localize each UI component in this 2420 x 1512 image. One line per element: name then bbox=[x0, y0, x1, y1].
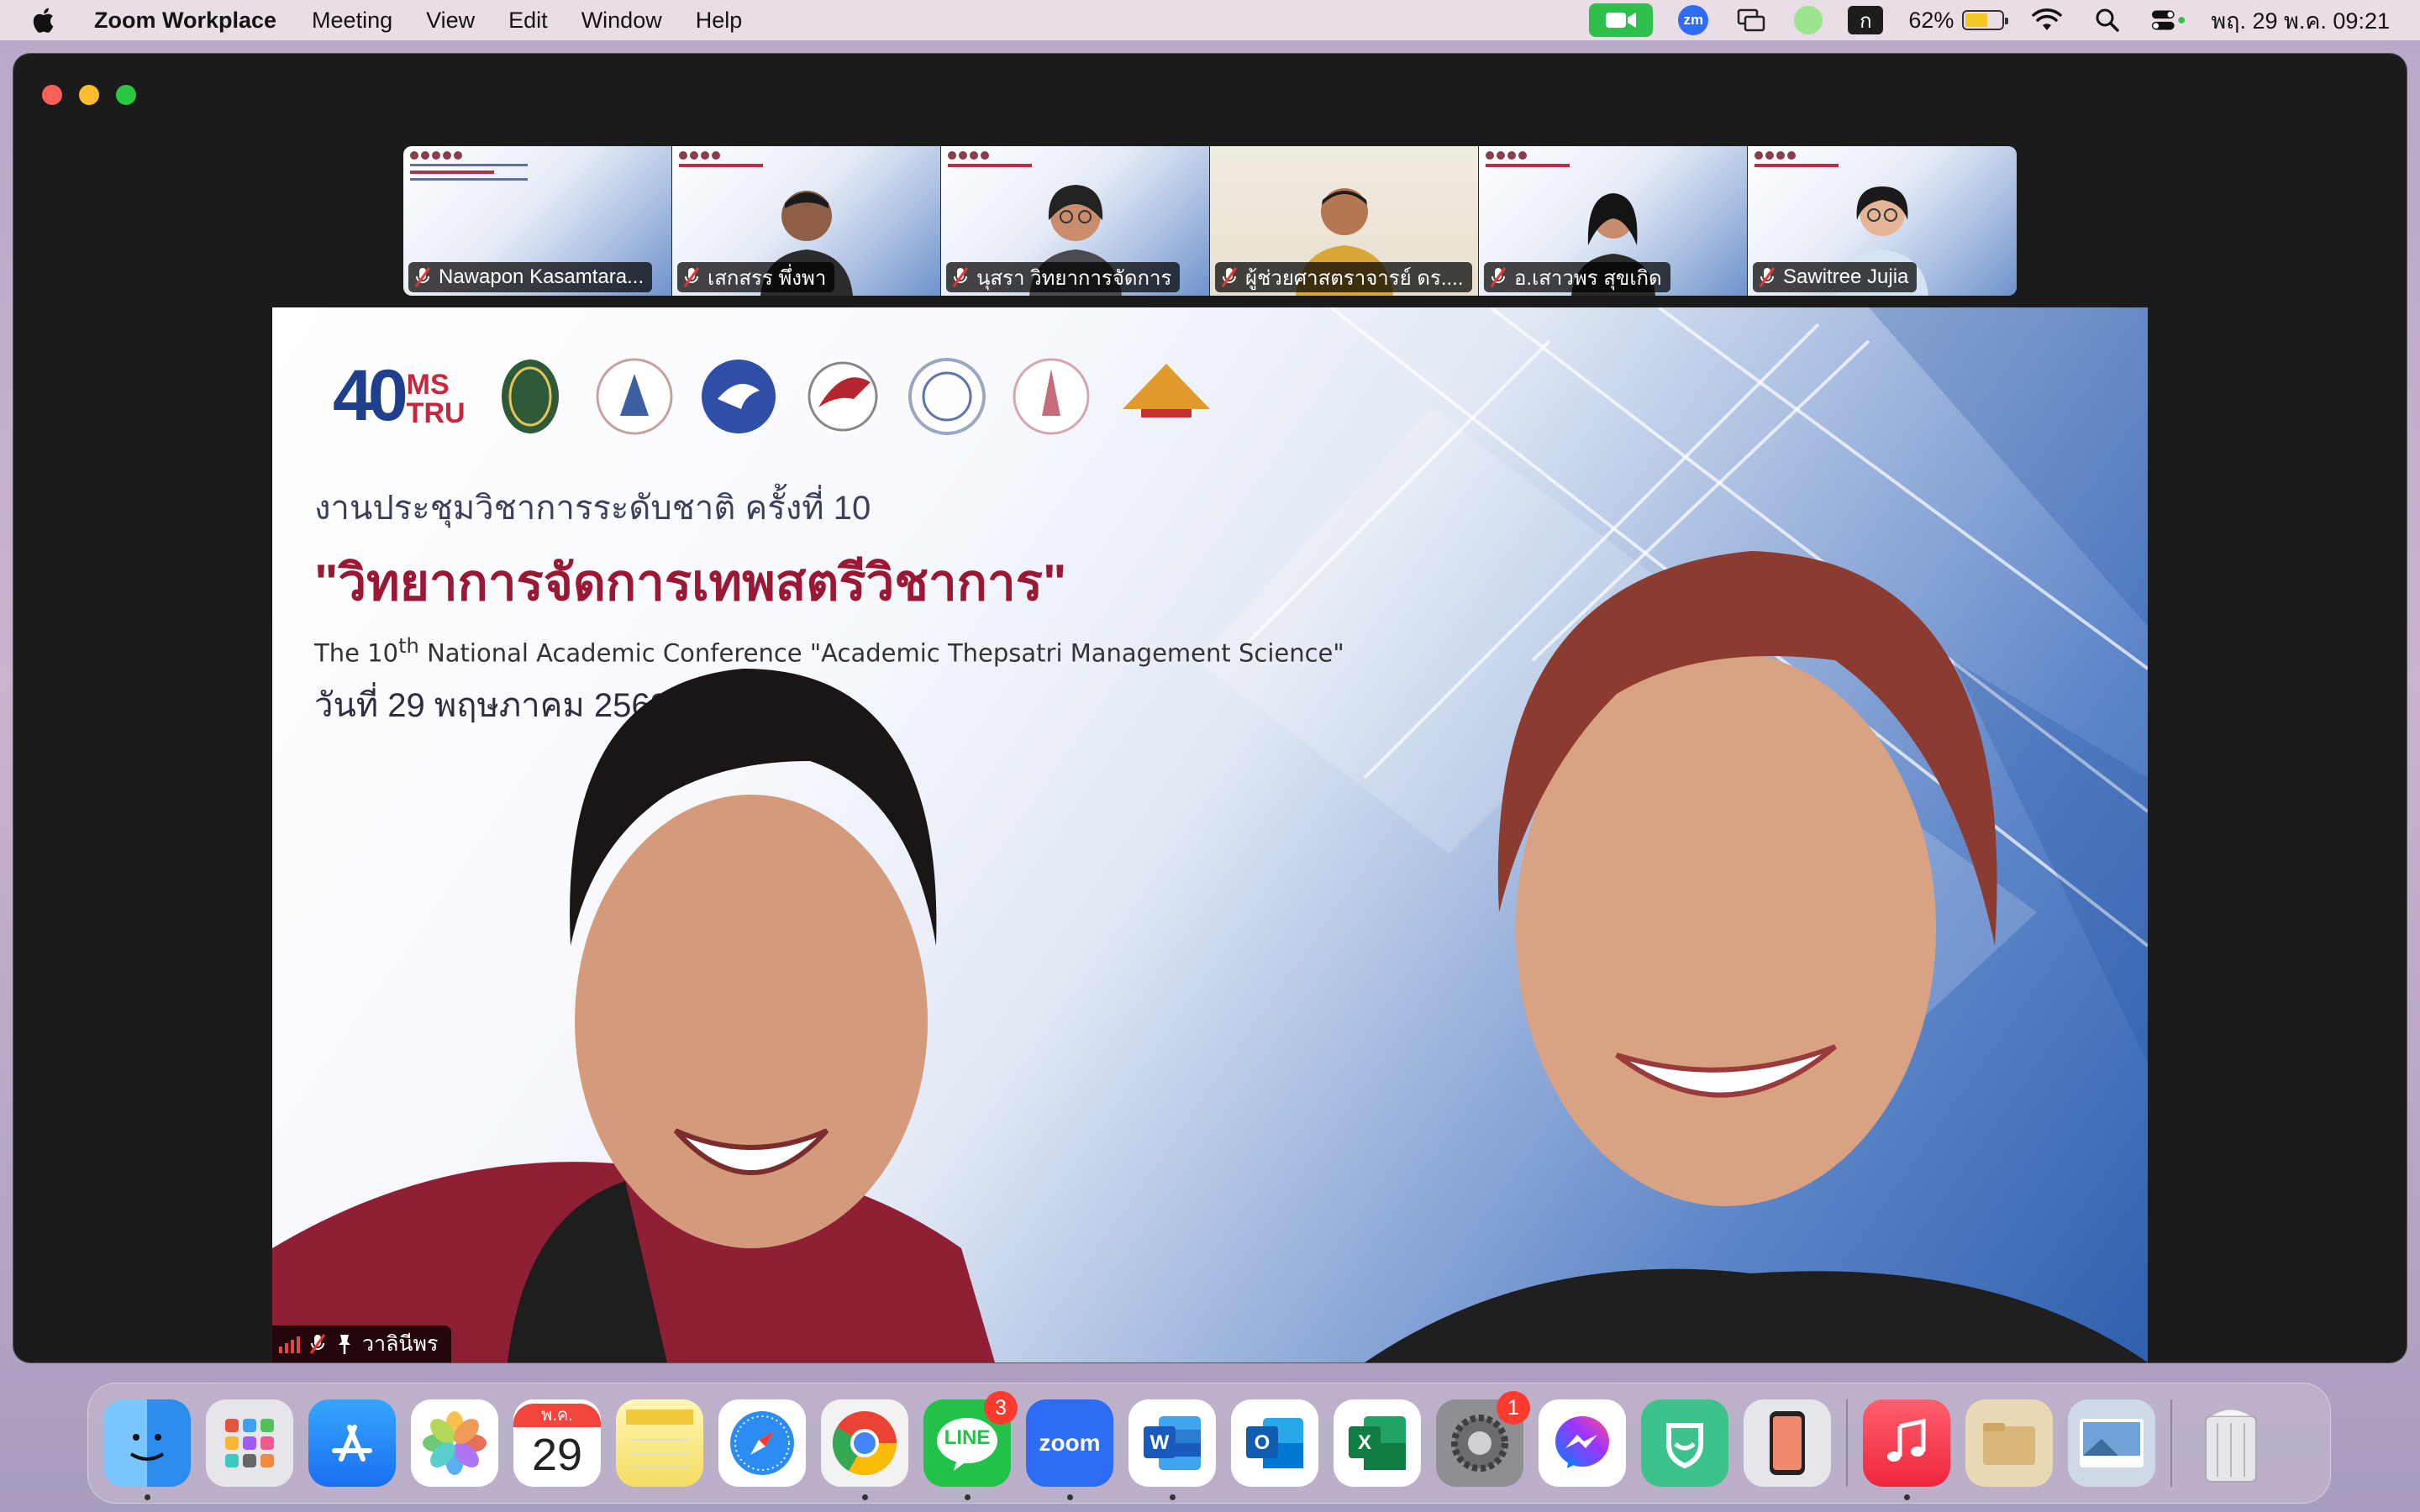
line-label: LINE bbox=[944, 1426, 991, 1449]
line-status-icon[interactable] bbox=[1794, 6, 1823, 34]
active-speaker-name-tag: วาลินีพร bbox=[272, 1326, 452, 1362]
muted-mic-icon bbox=[952, 267, 969, 287]
participant-name-tag: Nawapon Kasamtara... bbox=[408, 262, 653, 292]
muted-mic-icon bbox=[309, 1334, 326, 1354]
muted-mic-icon bbox=[683, 267, 700, 287]
line-icon[interactable]: LINE 3 bbox=[923, 1391, 1018, 1500]
apple-icon[interactable] bbox=[30, 5, 60, 35]
participant-name-tag: Sawitree Jujia bbox=[1753, 262, 1918, 292]
battery-percent: 62% bbox=[1908, 7, 1954, 33]
calendar-day: 29 bbox=[531, 1430, 583, 1480]
battery-status[interactable]: 62% bbox=[1908, 7, 2009, 34]
minimize-window-button[interactable] bbox=[79, 85, 99, 105]
menubar-clock[interactable]: พฤ. 29 พ.ค. 09:21 bbox=[2211, 3, 2390, 39]
dock-separator bbox=[1846, 1399, 1848, 1487]
shield-app-icon[interactable] bbox=[1641, 1399, 1728, 1487]
outlook-icon[interactable]: O bbox=[1231, 1399, 1318, 1487]
close-window-button[interactable] bbox=[42, 85, 62, 105]
dock: พ.ค. 29 LINE 3 zoom W O X 1 bbox=[87, 1383, 2331, 1504]
trash-icon[interactable] bbox=[2187, 1399, 2275, 1487]
music-icon[interactable] bbox=[1863, 1399, 1950, 1500]
zoom-label: zoom bbox=[1039, 1430, 1101, 1456]
participant-tile[interactable]: เสกสรร พึ่งพา bbox=[672, 146, 941, 296]
speakers-video-feed bbox=[272, 551, 2148, 1362]
pin-icon bbox=[339, 1335, 350, 1354]
menu-meeting[interactable]: Meeting bbox=[312, 8, 392, 34]
shared-slide-thumbnail bbox=[410, 151, 544, 193]
muted-mic-icon bbox=[414, 267, 431, 287]
svg-text:O: O bbox=[1255, 1431, 1270, 1454]
zoom-icon[interactable]: zoom bbox=[1026, 1399, 1113, 1500]
notes-icon[interactable] bbox=[616, 1399, 703, 1487]
participant-name: ผู้ช่วยศาสตราจารย์ ดร.... bbox=[1245, 266, 1464, 290]
connection-signal-icon bbox=[279, 1335, 300, 1353]
safari-icon[interactable] bbox=[718, 1399, 806, 1487]
zoom-camera-status-icon[interactable] bbox=[1589, 3, 1654, 37]
spotlight-search-icon[interactable] bbox=[2090, 5, 2125, 35]
battery-icon bbox=[1962, 10, 2009, 30]
participant-tile[interactable]: นุสรา วิทยาการจัดการ bbox=[941, 146, 1210, 296]
participant-name: Nawapon Kasamtara... bbox=[439, 265, 644, 288]
messenger-icon[interactable] bbox=[1539, 1399, 1626, 1487]
screen-mirroring-icon[interactable] bbox=[1733, 5, 1769, 35]
iphone-mirroring-icon[interactable] bbox=[1744, 1399, 1831, 1487]
active-speaker-video[interactable]: 40 MS TRU งานประชุมวิชาการระดับชาติ ครั้ง… bbox=[272, 307, 2148, 1362]
svg-text:X: X bbox=[1358, 1431, 1371, 1454]
chrome-icon[interactable] bbox=[821, 1399, 908, 1500]
participant-tile[interactable]: Nawapon Kasamtara... bbox=[403, 146, 672, 296]
launchpad-icon[interactable] bbox=[206, 1399, 293, 1487]
app-store-icon[interactable] bbox=[308, 1399, 396, 1487]
input-source-icon[interactable]: ก bbox=[1848, 6, 1884, 34]
finder-icon[interactable] bbox=[103, 1399, 191, 1500]
photos-icon[interactable] bbox=[411, 1399, 498, 1487]
settings-notification-badge: 1 bbox=[1497, 1391, 1530, 1425]
calendar-month: พ.ค. bbox=[513, 1404, 601, 1427]
speaker-right-person bbox=[1365, 551, 2148, 1362]
word-icon[interactable]: W bbox=[1128, 1399, 1216, 1500]
participant-tile[interactable]: ผู้ช่วยศาสตราจารย์ ดร.... bbox=[1210, 146, 1479, 296]
zoom-status-icon[interactable]: zm bbox=[1678, 5, 1709, 35]
speaker-left-person bbox=[272, 669, 995, 1362]
fullscreen-window-button[interactable] bbox=[116, 85, 136, 105]
participant-name-tag: อ.เสาวพร สุขเกิด bbox=[1484, 262, 1670, 292]
wifi-icon[interactable] bbox=[2029, 5, 2065, 35]
participant-name-tag: ผู้ช่วยศาสตราจารย์ ดร.... bbox=[1215, 262, 1472, 292]
app-name-menu[interactable]: Zoom Workplace bbox=[94, 8, 276, 34]
muted-mic-icon bbox=[1221, 267, 1238, 287]
window-controls bbox=[42, 85, 136, 105]
participant-name-tag: เสกสรร พึ่งพา bbox=[677, 262, 835, 292]
battery-level-fill bbox=[1965, 13, 1988, 27]
participant-name: เสกสรร พึ่งพา bbox=[708, 266, 827, 290]
preview-image-icon[interactable] bbox=[2068, 1399, 2155, 1487]
menu-bar: Zoom Workplace Meeting View Edit Window … bbox=[0, 0, 2420, 40]
calendar-icon[interactable]: พ.ค. 29 bbox=[513, 1399, 601, 1487]
menu-view[interactable]: View bbox=[426, 8, 475, 34]
participant-name: Sawitree Jujia bbox=[1783, 265, 1909, 288]
control-center-icon[interactable] bbox=[2150, 5, 2186, 35]
participant-name: นุสรา วิทยาการจัดการ bbox=[976, 266, 1172, 290]
participant-strip: Nawapon Kasamtara... เสกสรร พึ่งพา นุสรา… bbox=[403, 146, 2017, 296]
participant-name-tag: นุสรา วิทยาการจัดการ bbox=[946, 262, 1181, 292]
active-speaker-name: วาลินีพร bbox=[362, 1332, 439, 1356]
svg-text:W: W bbox=[1150, 1431, 1170, 1454]
line-notification-badge: 3 bbox=[984, 1391, 1018, 1425]
system-settings-icon[interactable]: 1 bbox=[1436, 1391, 1530, 1487]
menu-help[interactable]: Help bbox=[696, 8, 743, 34]
participant-name: อ.เสาวพร สุขเกิด bbox=[1514, 266, 1662, 290]
participant-tile[interactable]: Sawitree Jujia bbox=[1748, 146, 2017, 296]
menu-edit[interactable]: Edit bbox=[508, 8, 548, 34]
participant-tile[interactable]: อ.เสาวพร สุขเกิด bbox=[1479, 146, 1748, 296]
muted-mic-icon bbox=[1490, 267, 1507, 287]
archive-folder-icon[interactable] bbox=[1965, 1399, 2053, 1487]
excel-icon[interactable]: X bbox=[1334, 1399, 1421, 1487]
muted-mic-icon bbox=[1759, 267, 1776, 287]
menu-window[interactable]: Window bbox=[581, 8, 662, 34]
zoom-meeting-window: Nawapon Kasamtara... เสกสรร พึ่งพา นุสรา… bbox=[13, 54, 2407, 1362]
dock-separator bbox=[2170, 1399, 2172, 1487]
